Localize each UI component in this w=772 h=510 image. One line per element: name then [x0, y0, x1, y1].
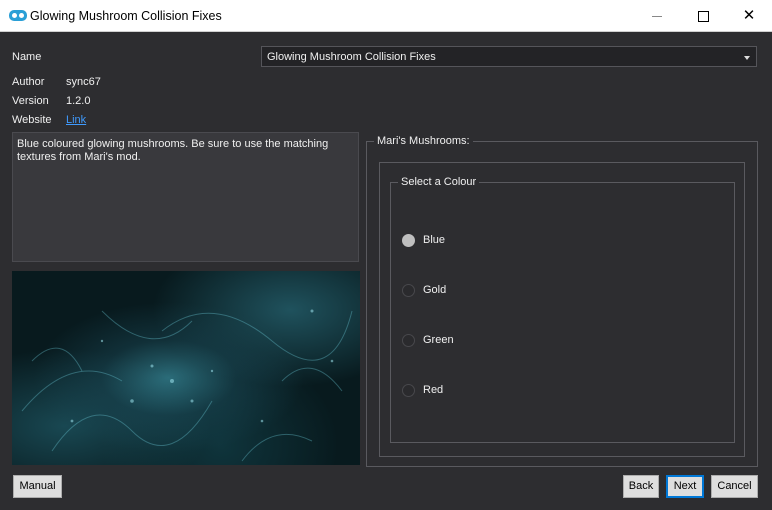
radio-checked-icon[interactable]: [402, 234, 415, 247]
description-box: Blue coloured glowing mushrooms. Be sure…: [12, 132, 359, 262]
website-link[interactable]: Link: [66, 114, 86, 126]
maximize-icon: [697, 10, 709, 22]
radio-label: Blue: [423, 234, 446, 246]
radio-label: Gold: [423, 284, 447, 296]
version-value: 1.2.0: [66, 95, 91, 107]
maximize-button[interactable]: [680, 0, 726, 31]
back-button[interactable]: Back: [623, 475, 659, 498]
website-label: Website: [12, 114, 52, 126]
name-label: Name: [12, 51, 42, 63]
radio-unchecked-icon[interactable]: [402, 284, 415, 297]
next-button[interactable]: Next: [666, 475, 704, 498]
subgroup-title: Select a Colour: [398, 176, 480, 188]
name-select[interactable]: Glowing Mushroom Collision Fixes: [261, 46, 757, 67]
mushroom-image: [21, 309, 353, 462]
title-bar: Glowing Mushroom Collision Fixes ✕: [0, 0, 772, 32]
window-title: Glowing Mushroom Collision Fixes: [30, 9, 222, 23]
minimize-icon: [652, 15, 662, 17]
radio-unchecked-icon[interactable]: [402, 334, 415, 347]
close-button[interactable]: ✕: [726, 0, 772, 31]
group-title: Mari's Mushrooms:: [374, 135, 473, 147]
app-icon: [9, 10, 27, 21]
close-icon: ✕: [742, 7, 756, 24]
radio-label: Green: [423, 334, 454, 346]
name-select-value: Glowing Mushroom Collision Fixes: [267, 51, 436, 63]
cancel-button[interactable]: Cancel: [711, 475, 758, 498]
minimize-button[interactable]: [634, 0, 680, 31]
preview-image: [12, 271, 360, 465]
select-colour-group: [390, 182, 735, 443]
radio-label: Red: [423, 384, 444, 396]
author-value: sync67: [66, 76, 101, 88]
radio-unchecked-icon[interactable]: [402, 384, 415, 397]
author-label: Author: [12, 76, 45, 88]
version-label: Version: [12, 95, 49, 107]
manual-button[interactable]: Manual: [13, 475, 62, 498]
chevron-down-icon: [744, 56, 750, 60]
